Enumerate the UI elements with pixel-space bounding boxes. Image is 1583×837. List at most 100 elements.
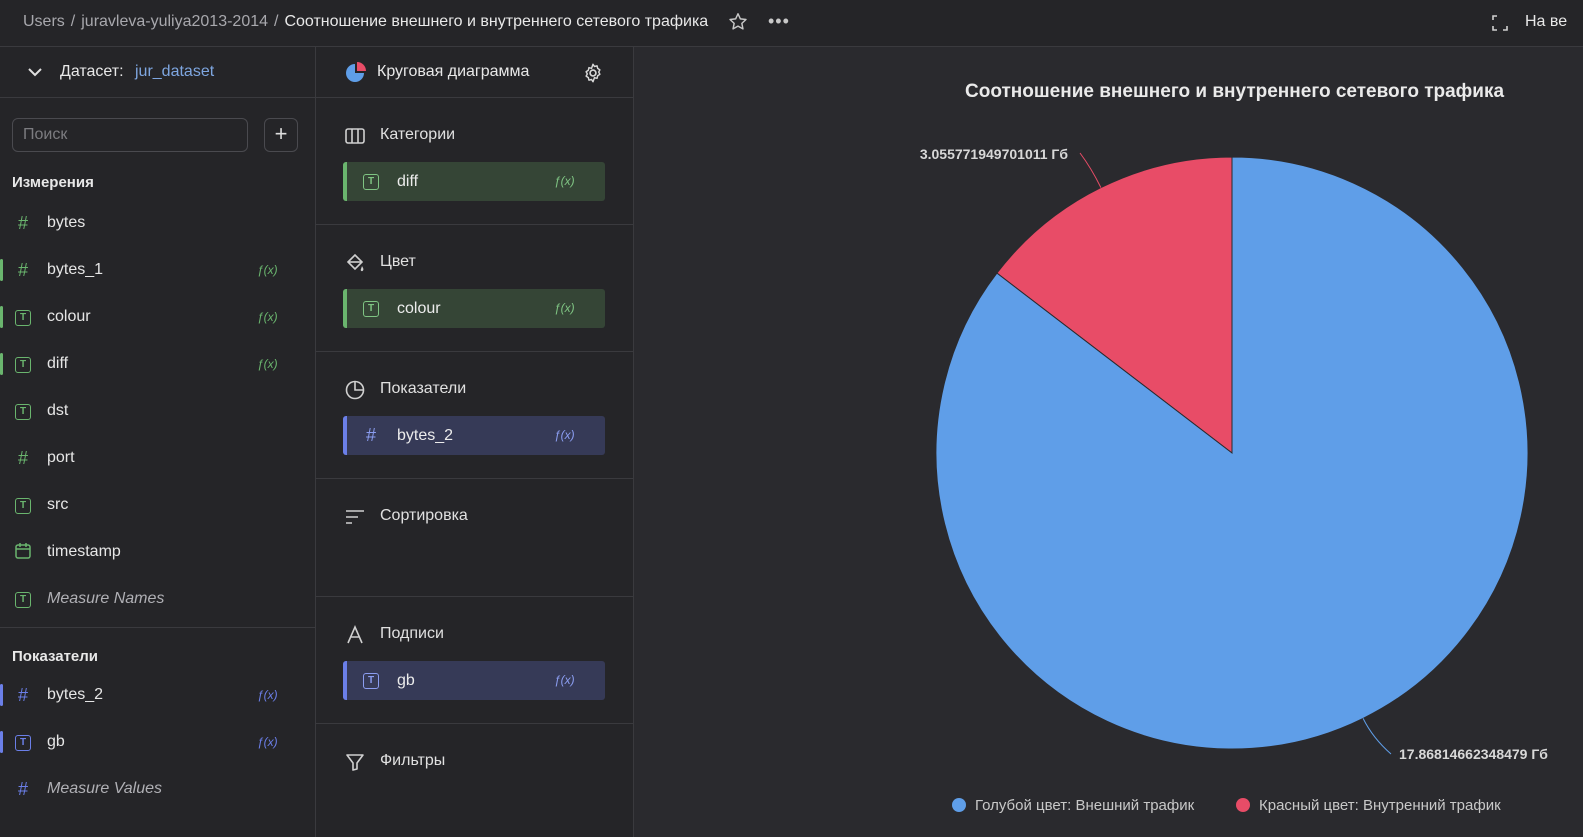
chip-accent <box>343 416 347 455</box>
legend-item-external[interactable]: Голубой цвет: Внешний трафик <box>952 797 1194 814</box>
number-type-icon: # <box>17 448 28 468</box>
dataset-label: Датасет: <box>60 63 124 80</box>
formula-icon[interactable]: ƒ(x) <box>554 174 575 188</box>
field-name: timestamp <box>47 543 121 560</box>
breadcrumb-user-folder[interactable]: juravleva-yuliya2013-2014 <box>81 13 268 30</box>
field-item[interactable]: # bytes_1 ƒ(x) <box>0 250 300 290</box>
chart-type-selector[interactable]: Круговая диаграмма <box>377 63 529 81</box>
breadcrumb-current: Соотношение внешнего и внутреннего сетев… <box>284 13 709 30</box>
section-color: Цвет T colour ƒ(x) <box>316 225 633 352</box>
field-item[interactable]: # bytes_2 ƒ(x) <box>0 675 300 715</box>
field-name: bytes_2 <box>47 686 104 703</box>
field-item[interactable]: Tsrc <box>0 485 300 525</box>
number-type-icon: # <box>17 213 28 233</box>
gear-icon[interactable] <box>582 62 604 84</box>
field-name: diff <box>47 355 69 372</box>
field-chip-colour[interactable]: T colour ƒ(x) <box>343 289 605 328</box>
chip-label: diff <box>397 173 419 190</box>
text-type-icon: T <box>362 299 380 318</box>
field-name: src <box>47 496 69 513</box>
legend-marker <box>952 798 966 812</box>
pie-chart-icon[interactable] <box>344 60 368 84</box>
formula-icon[interactable]: ƒ(x) <box>257 357 278 371</box>
legend-item-internal[interactable]: Красный цвет: Внутренний трафик <box>1236 797 1501 814</box>
breadcrumb-users[interactable]: Users <box>23 13 65 30</box>
field-name: bytes <box>47 214 86 231</box>
formula-icon[interactable]: ƒ(x) <box>257 263 278 277</box>
breadcrumb: Users / juravleva-yuliya2013-2014 / Соотноше… <box>23 13 708 31</box>
field-name: gb <box>47 733 65 750</box>
field-item[interactable]: # port <box>0 438 300 478</box>
text-type-icon: T <box>13 307 33 327</box>
formula-icon[interactable]: ƒ(x) <box>257 735 278 749</box>
section-filters: Фильтры <box>316 724 633 837</box>
section-measures: Показатели # bytes_2 ƒ(x) <box>316 352 633 479</box>
text-type-icon: T <box>13 401 33 421</box>
more-icon[interactable]: ••• <box>768 11 790 32</box>
section-title: Цвет <box>380 253 416 270</box>
chip-accent <box>343 162 347 201</box>
field-accent <box>0 684 3 706</box>
text-type-icon: T <box>13 495 33 515</box>
field-chip-gb[interactable]: T gb ƒ(x) <box>343 661 605 700</box>
field-chip-bytes-2[interactable]: # bytes_2 ƒ(x) <box>343 416 605 455</box>
field-accent <box>0 353 3 375</box>
section-title: Подписи <box>380 625 444 642</box>
chip-label: gb <box>397 672 415 689</box>
breadcrumb-separator: / <box>274 13 279 30</box>
number-type-icon: # <box>17 779 28 799</box>
formula-icon[interactable]: ƒ(x) <box>257 310 278 324</box>
data-label: 17.86814662348479 Гб <box>1399 746 1548 762</box>
visualization-panel: Круговая диаграмма Категории T diff ƒ(x)… <box>316 47 634 837</box>
field-name: Measure Values <box>47 780 163 797</box>
text-type-icon: T <box>13 589 33 609</box>
pie-chart: 3.055771949701011 Гб 17.86814662348479 Гб <box>920 146 1548 762</box>
funnel-icon <box>346 754 364 771</box>
field-chip-diff[interactable]: T diff ƒ(x) <box>343 162 605 201</box>
add-field-button[interactable]: + <box>264 118 298 152</box>
field-item[interactable]: Tdiff ƒ(x) <box>0 344 300 384</box>
formula-icon[interactable]: ƒ(x) <box>554 673 575 687</box>
text-type-icon: T <box>362 172 380 191</box>
formula-icon[interactable]: ƒ(x) <box>257 688 278 702</box>
dataset-header[interactable]: Датасет: jur_dataset <box>0 47 315 98</box>
section-labels: Подписи T gb ƒ(x) <box>316 597 633 724</box>
chart-type-header: Круговая диаграмма <box>316 47 633 98</box>
fullscreen-button-label[interactable]: На ве <box>1525 13 1567 31</box>
data-label: 3.055771949701011 Гб <box>920 146 1069 162</box>
field-name: colour <box>47 308 91 325</box>
field-name: Measure Names <box>47 590 165 607</box>
top-bar: Users / juravleva-yuliya2013-2014 / Соотноше… <box>0 0 1583 47</box>
chip-label: bytes_2 <box>397 427 454 444</box>
field-item[interactable]: Tcolour ƒ(x) <box>0 297 300 337</box>
chevron-down-icon[interactable] <box>26 63 44 81</box>
breadcrumb-separator: / <box>70 13 76 30</box>
section-sort: Сортировка <box>316 479 633 597</box>
legend-label: Красный цвет: Внутренний трафик <box>1259 797 1501 814</box>
letter-a-icon <box>347 625 363 644</box>
chip-accent <box>343 289 347 328</box>
columns-icon <box>345 128 365 144</box>
calendar-icon <box>13 542 33 562</box>
field-item[interactable]: T Measure Names <box>0 579 300 619</box>
clock-pie-icon <box>345 380 365 400</box>
text-type-icon: T <box>13 354 33 374</box>
field-item[interactable]: Tgb ƒ(x) <box>0 722 300 762</box>
section-title: Фильтры <box>380 752 446 769</box>
star-icon[interactable] <box>727 11 749 33</box>
field-item[interactable]: timestamp <box>0 532 300 572</box>
dataset-name-link[interactable]: jur_dataset <box>135 63 214 81</box>
field-item[interactable]: # Measure Values <box>0 769 300 809</box>
number-type-icon: # <box>365 425 376 445</box>
formula-icon[interactable]: ƒ(x) <box>554 301 575 315</box>
field-accent <box>0 731 3 753</box>
text-type-icon: T <box>362 671 380 690</box>
search-input[interactable] <box>12 118 248 152</box>
fullscreen-icon[interactable] <box>1491 14 1509 32</box>
field-name: dst <box>47 402 69 419</box>
chart-area: Соотношение внешнего и внутреннего сетев… <box>634 47 1583 837</box>
field-item[interactable]: # bytes <box>0 203 300 243</box>
field-accent <box>0 306 3 328</box>
field-item[interactable]: Tdst <box>0 391 300 431</box>
formula-icon[interactable]: ƒ(x) <box>554 428 575 442</box>
